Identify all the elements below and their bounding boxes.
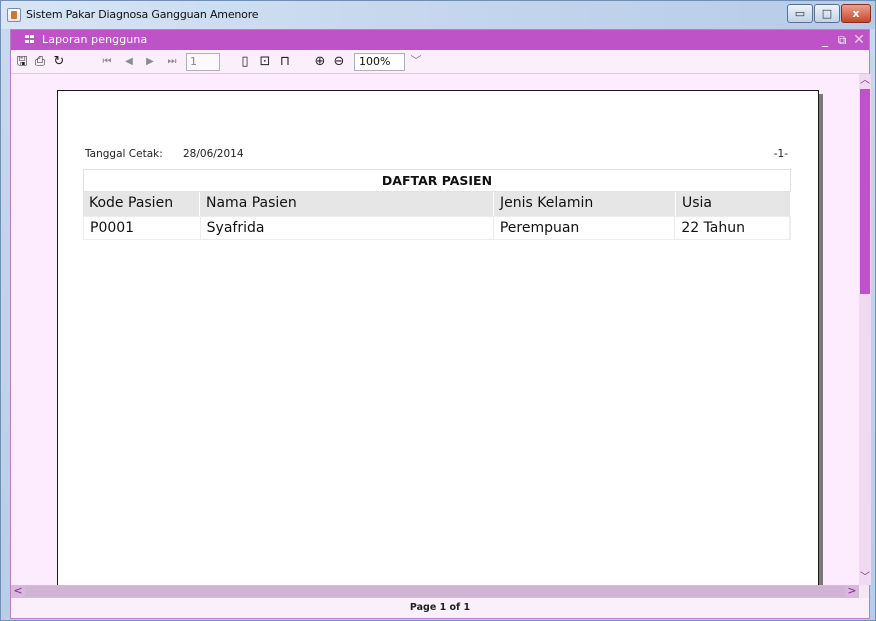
frame-restore-button[interactable]: ⧉ xyxy=(834,32,850,48)
fit-page-button[interactable]: ⊡ xyxy=(257,54,273,70)
next-page-button[interactable]: ▶ xyxy=(142,54,158,70)
reload-button[interactable]: ↻ xyxy=(51,54,67,70)
frame-minimize-button[interactable]: _ xyxy=(817,32,833,48)
print-date-label: Tanggal Cetak: xyxy=(85,148,163,160)
chevron-down-icon: ﹀ xyxy=(860,572,870,583)
os-titlebar[interactable]: Sistem Pakar Diagnosa Gangguan Amenore ▭… xyxy=(1,1,875,29)
print-date-value: 28/06/2014 xyxy=(183,148,244,160)
java-app-icon xyxy=(7,8,21,22)
maximize-icon: □ xyxy=(821,7,833,20)
minimize-icon: _ xyxy=(822,33,828,47)
close-icon: ✕ xyxy=(853,32,865,48)
zoom-combobox[interactable]: 100% xyxy=(354,53,405,71)
fit-width-icon: ⊓ xyxy=(279,54,291,69)
scroll-right-button[interactable]: > xyxy=(845,585,859,598)
chevron-up-icon: ︿ xyxy=(860,75,870,86)
minimize-icon: ▭ xyxy=(794,7,806,20)
cell-kode: P0001 xyxy=(84,217,201,239)
cell-nama: Syafrida xyxy=(201,217,494,239)
frame-icon xyxy=(25,35,35,44)
page-marker: -1- xyxy=(773,148,788,160)
chevron-left-icon: < xyxy=(13,584,23,597)
table-title: DAFTAR PASIEN xyxy=(83,169,791,192)
scroll-left-button[interactable]: < xyxy=(11,585,25,598)
save-icon: 🖫 xyxy=(16,54,28,69)
column-header-nama: Nama Pasien xyxy=(200,192,494,216)
next-page-icon: ▶ xyxy=(146,56,154,67)
window-title: Sistem Pakar Diagnosa Gangguan Amenore xyxy=(26,8,259,21)
last-page-icon: ⏭ xyxy=(167,56,177,67)
zoom-out-icon: ⊖ xyxy=(333,54,345,69)
horizontal-scrollbar[interactable]: < > xyxy=(11,585,859,598)
scroll-down-button[interactable]: ﹀ xyxy=(859,571,871,585)
report-toolbar: 🖫 ⎙ ↻ ⏮ ◀ ▶ ⏭ 1 ▯ ⊡ ⊓ ⊕ ⊖ 100% ﹀ xyxy=(11,50,869,74)
zoom-in-button[interactable]: ⊕ xyxy=(312,54,328,70)
actual-size-button[interactable]: ▯ xyxy=(237,54,253,70)
save-button[interactable]: 🖫 xyxy=(14,54,30,70)
maximize-button[interactable]: □ xyxy=(814,4,840,23)
zoom-dropdown-button[interactable]: ﹀ xyxy=(407,53,425,71)
first-page-icon: ⏮ xyxy=(102,56,112,67)
close-button[interactable]: x xyxy=(841,4,871,23)
chevron-right-icon: > xyxy=(847,584,857,597)
chevron-down-icon: ﹀ xyxy=(410,54,422,67)
page-status: Page 1 of 1 xyxy=(11,598,869,618)
zoom-out-button[interactable]: ⊖ xyxy=(331,54,347,70)
vertical-scrollbar[interactable]: ︿ ﹀ xyxy=(859,74,871,585)
fit-width-button[interactable]: ⊓ xyxy=(277,54,293,70)
previous-page-icon: ◀ xyxy=(125,56,133,67)
zoom-in-icon: ⊕ xyxy=(314,54,326,69)
column-header-usia: Usia xyxy=(676,192,791,216)
column-header-kode: Kode Pasien xyxy=(83,192,200,216)
report-frame: Laporan pengguna _ ⧉ ✕ 🖫 ⎙ ↻ ⏮ ◀ ▶ ⏭ 1 ▯… xyxy=(10,29,871,619)
cell-usia: 22 Tahun xyxy=(675,217,790,239)
minimize-button[interactable]: ▭ xyxy=(787,4,813,23)
close-icon: x xyxy=(852,7,860,20)
column-header-jenis-kelamin: Jenis Kelamin xyxy=(494,192,676,216)
last-page-button[interactable]: ⏭ xyxy=(164,54,180,70)
vertical-scroll-thumb[interactable] xyxy=(860,89,870,294)
internal-frame-titlebar[interactable]: Laporan pengguna _ ⧉ ✕ xyxy=(11,30,869,50)
page-number-input[interactable]: 1 xyxy=(186,53,220,71)
restore-icon: ⧉ xyxy=(837,32,847,47)
horizontal-scroll-track[interactable] xyxy=(25,586,845,597)
cell-jenis-kelamin: Perempuan xyxy=(494,217,676,239)
page-icon: ▯ xyxy=(241,54,249,69)
print-icon: ⎙ xyxy=(34,54,46,69)
scroll-up-button[interactable]: ︿ xyxy=(859,74,871,88)
frame-title: Laporan pengguna xyxy=(42,33,148,46)
reload-icon: ↻ xyxy=(53,54,65,69)
os-window: Sistem Pakar Diagnosa Gangguan Amenore ▭… xyxy=(0,0,876,621)
first-page-button[interactable]: ⏮ xyxy=(99,54,115,70)
report-page: Tanggal Cetak: 28/06/2014 -1- DAFTAR PAS… xyxy=(57,90,819,585)
fit-page-icon: ⊡ xyxy=(259,54,271,69)
table-row: P0001 Syafrida Perempuan 22 Tahun xyxy=(83,216,791,240)
print-button[interactable]: ⎙ xyxy=(32,54,48,70)
previous-page-button[interactable]: ◀ xyxy=(121,54,137,70)
frame-close-button[interactable]: ✕ xyxy=(851,32,867,48)
table-header: Kode Pasien Nama Pasien Jenis Kelamin Us… xyxy=(83,192,791,216)
report-viewport: Tanggal Cetak: 28/06/2014 -1- DAFTAR PAS… xyxy=(11,74,859,585)
